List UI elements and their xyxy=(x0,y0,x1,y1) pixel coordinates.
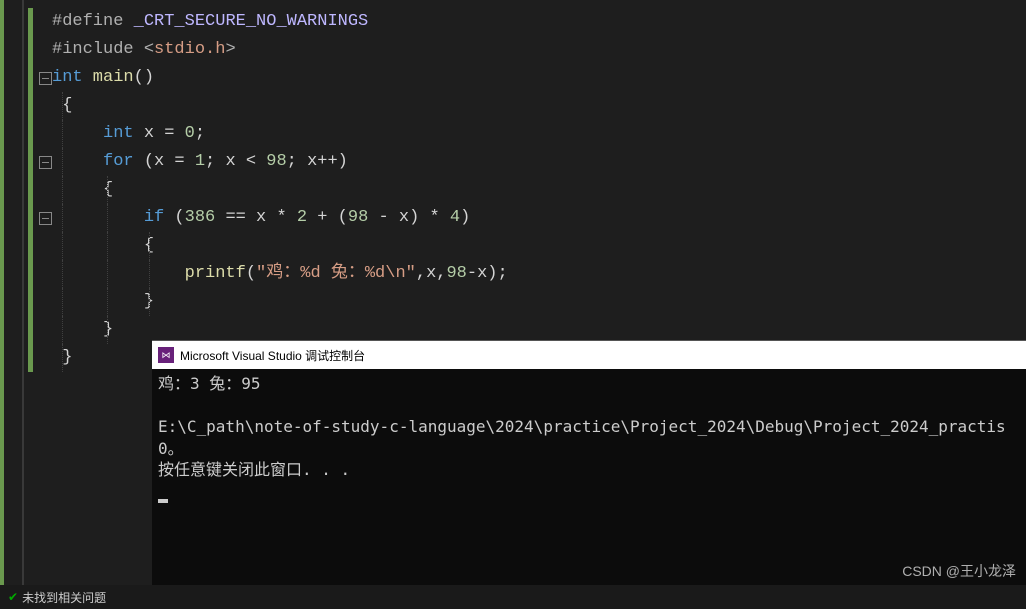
code-line: #include <stdio.h> xyxy=(52,36,1026,64)
vs-icon: ⋈ xyxy=(158,347,174,363)
code-line: if (386 == x * 2 + (98 - x) * 4) xyxy=(52,204,1026,232)
code-line: { xyxy=(52,232,1026,260)
gutter xyxy=(0,0,52,585)
code-line: } xyxy=(52,288,1026,316)
code-line: int main() xyxy=(52,64,1026,92)
code-line: int x = 0; xyxy=(52,120,1026,148)
console-titlebar[interactable]: ⋈ Microsoft Visual Studio 调试控制台 xyxy=(152,341,1026,369)
code-line: #define _CRT_SECURE_NO_WARNINGS xyxy=(52,8,1026,36)
code-line: for (x = 1; x < 98; x++) xyxy=(52,148,1026,176)
debug-console[interactable]: ⋈ Microsoft Visual Studio 调试控制台 鸡：3 兔：95… xyxy=(152,340,1026,585)
check-icon: ✔ xyxy=(8,590,18,604)
status-no-issues[interactable]: ✔ 未找到相关问题 xyxy=(0,585,114,609)
console-output: 鸡：3 兔：95 E:\C_path\note-of-study-c-langu… xyxy=(152,369,1026,507)
watermark: CSDN @王小龙泽 xyxy=(902,561,1016,581)
code-line: { xyxy=(52,92,1026,120)
code-line: printf("鸡：%d 兔：%d\n",x,98-x); xyxy=(52,260,1026,288)
cursor-icon xyxy=(158,499,168,503)
fold-toggle-icon[interactable] xyxy=(39,156,52,169)
console-title-text: Microsoft Visual Studio 调试控制台 xyxy=(180,347,365,364)
fold-toggle-icon[interactable] xyxy=(39,72,52,85)
code-line: { xyxy=(52,176,1026,204)
status-bar: ✔ 未找到相关问题 xyxy=(0,585,1026,609)
fold-toggle-icon[interactable] xyxy=(39,212,52,225)
